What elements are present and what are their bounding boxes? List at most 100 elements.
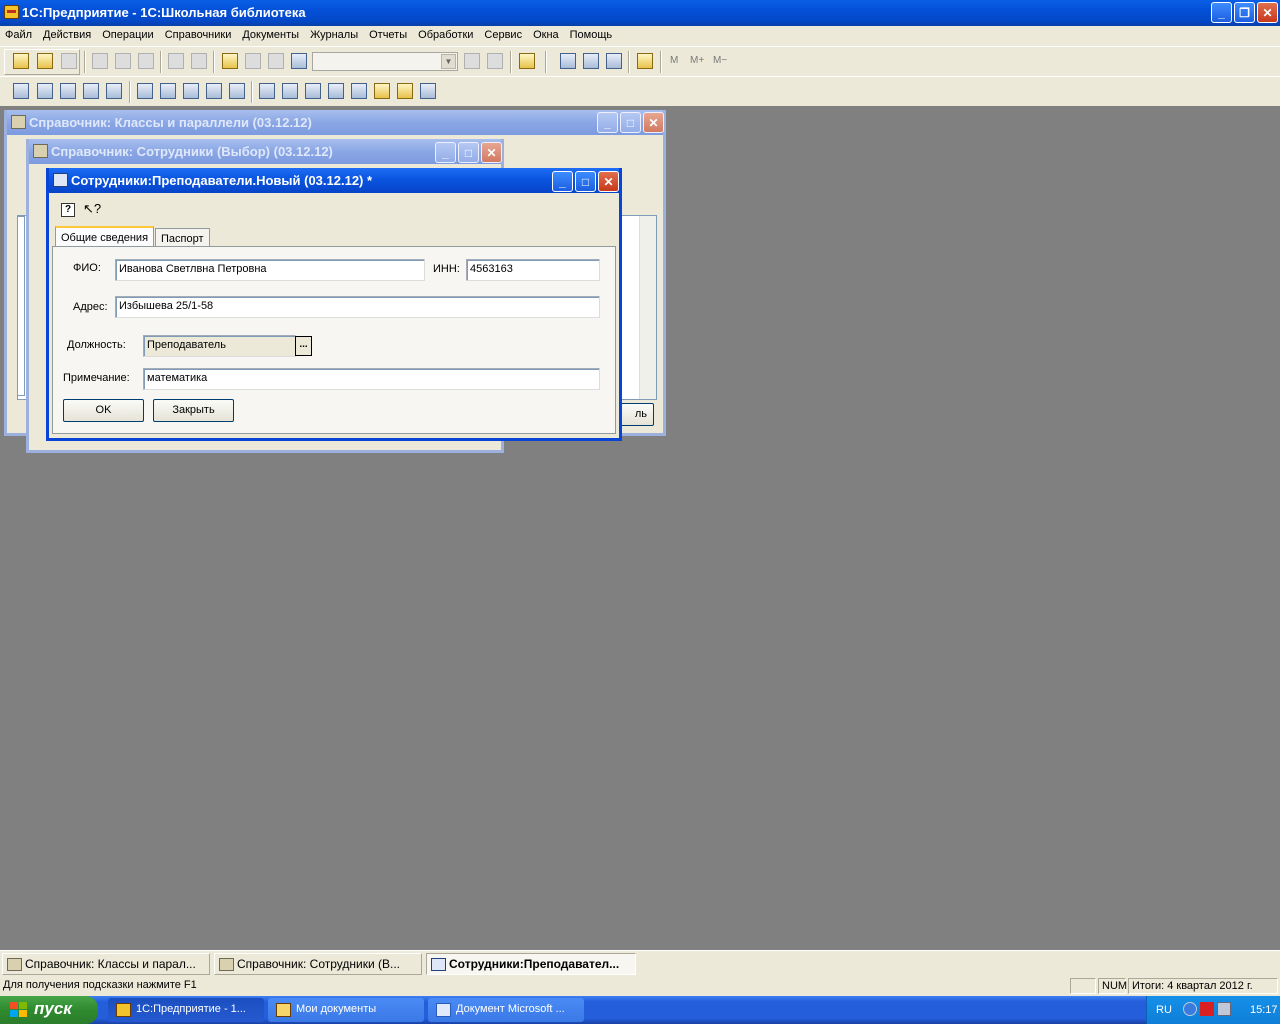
- restore-button[interactable]: ❐: [1234, 2, 1255, 23]
- window-tab-teacher-form[interactable]: Сотрудники:Преподавател...: [426, 953, 636, 975]
- minimize-button[interactable]: _: [1211, 2, 1232, 23]
- print-icon[interactable]: [168, 53, 184, 69]
- dialog-minimize-button[interactable]: _: [552, 171, 573, 192]
- folder-icon: [276, 1003, 291, 1017]
- context-help-icon[interactable]: ↖?: [83, 201, 101, 217]
- table-icon[interactable]: [328, 83, 344, 99]
- menu-windows[interactable]: Окна: [528, 26, 565, 41]
- calendar-icon[interactable]: [583, 53, 599, 69]
- position-select-button[interactable]: ...: [295, 336, 312, 356]
- note-icon[interactable]: [374, 83, 390, 99]
- menu-catalogs[interactable]: Справочники: [160, 26, 238, 41]
- menu-operations[interactable]: Операции: [97, 26, 159, 41]
- menu-documents[interactable]: Документы: [237, 26, 305, 41]
- register-group-icon[interactable]: [160, 83, 176, 99]
- find-prev-icon[interactable]: [487, 53, 503, 69]
- position-field[interactable]: Преподаватель: [143, 335, 296, 357]
- staff-window-titlebar[interactable]: Справочник: Сотрудники (Выбор) (03.12.12…: [29, 139, 502, 164]
- windows-flag-icon: [10, 1002, 28, 1018]
- language-indicator[interactable]: RU: [1156, 1004, 1172, 1016]
- task-label: Мои документы: [296, 1003, 377, 1015]
- memory-plus-button[interactable]: M+: [690, 55, 704, 66]
- sort-icon[interactable]: [229, 83, 245, 99]
- task-word-document[interactable]: Документ Microsoft ...: [428, 998, 584, 1022]
- print-preview-icon[interactable]: [191, 53, 207, 69]
- menu-processing[interactable]: Обработки: [413, 26, 479, 41]
- antivirus-icon[interactable]: [1200, 1002, 1214, 1016]
- dialog-titlebar[interactable]: Сотрудники:Преподаватели.Новый (03.12.12…: [49, 168, 619, 193]
- help-icon[interactable]: ?: [61, 203, 75, 217]
- menu-reports[interactable]: Отчеты: [364, 26, 413, 41]
- find-next-icon[interactable]: [464, 53, 480, 69]
- dialog-maximize-button[interactable]: □: [575, 171, 596, 192]
- undo-icon[interactable]: [245, 53, 261, 69]
- journal-icon[interactable]: [259, 83, 275, 99]
- cut-icon[interactable]: [92, 53, 108, 69]
- calculator-icon[interactable]: [560, 53, 576, 69]
- tab-passport[interactable]: Паспорт: [155, 228, 210, 248]
- address-field[interactable]: Избышева 25/1-58: [115, 296, 600, 318]
- task-my-documents[interactable]: Мои документы: [268, 998, 424, 1022]
- monitor-icon[interactable]: [106, 83, 122, 99]
- menu-actions[interactable]: Действия: [38, 26, 97, 41]
- memory-minus-button[interactable]: M−: [713, 55, 727, 66]
- staff-maximize-button[interactable]: □: [458, 142, 479, 163]
- paste-icon[interactable]: [138, 53, 154, 69]
- find-icon[interactable]: [291, 53, 307, 69]
- notebook-icon[interactable]: [397, 83, 413, 99]
- menu-file[interactable]: Файл: [0, 26, 38, 41]
- document-icon[interactable]: [351, 83, 367, 99]
- chart-icon[interactable]: [420, 83, 436, 99]
- tab-general[interactable]: Общие сведения: [55, 226, 155, 248]
- fio-label: ФИО:: [73, 262, 101, 274]
- catalog-window-icon: [219, 958, 234, 971]
- menu-help[interactable]: Помощь: [565, 26, 619, 41]
- search-combo[interactable]: ▼: [312, 52, 458, 71]
- save-icon[interactable]: [61, 53, 77, 69]
- classes-maximize-button[interactable]: □: [620, 112, 641, 133]
- journal-list-icon[interactable]: [282, 83, 298, 99]
- redo-icon[interactable]: [268, 53, 284, 69]
- properties-icon[interactable]: [222, 53, 238, 69]
- note-field[interactable]: математика: [143, 368, 600, 390]
- chevron-down-icon[interactable]: ▼: [441, 54, 456, 69]
- classes-window-titlebar[interactable]: Справочник: Классы и параллели (03.12.12…: [7, 110, 664, 135]
- classes-scrollbar[interactable]: [639, 216, 656, 399]
- memory-m-button[interactable]: M: [670, 55, 678, 66]
- form-icon[interactable]: [83, 83, 99, 99]
- catalog-group-icon[interactable]: [37, 83, 53, 99]
- sync-icon[interactable]: [206, 83, 222, 99]
- staff-minimize-button[interactable]: _: [435, 142, 456, 163]
- menu-service[interactable]: Сервис: [479, 26, 528, 41]
- register-icon[interactable]: [137, 83, 153, 99]
- open-icon[interactable]: [37, 53, 53, 69]
- tools-icon[interactable]: [606, 53, 622, 69]
- book-icon[interactable]: [637, 53, 653, 69]
- task-1c-enterprise[interactable]: 1С:Предприятие - 1...: [108, 998, 264, 1022]
- classes-close-button[interactable]: ✕: [643, 112, 664, 133]
- new-icon[interactable]: [13, 53, 29, 69]
- window-tab-label: Справочник: Классы и парал...: [25, 957, 196, 971]
- close-button[interactable]: ✕: [1257, 2, 1278, 23]
- dialog-close-button[interactable]: ✕: [598, 171, 619, 192]
- window-tab-staff[interactable]: Справочник: Сотрудники (В...: [214, 953, 422, 975]
- menu-journals[interactable]: Журналы: [305, 26, 364, 41]
- help-icon[interactable]: [519, 53, 535, 69]
- catalog-icon[interactable]: [13, 83, 29, 99]
- start-button[interactable]: пуск: [0, 996, 98, 1024]
- inn-field[interactable]: 4563163: [466, 259, 600, 281]
- chevron-left-icon[interactable]: [1183, 1002, 1197, 1016]
- copy-icon[interactable]: [115, 53, 131, 69]
- clock: 15:17: [1250, 1004, 1278, 1016]
- close-form-button[interactable]: Закрыть: [153, 399, 234, 422]
- staff-list[interactable]: [17, 216, 25, 396]
- ok-button[interactable]: OK: [63, 399, 144, 422]
- fio-field[interactable]: Иванова Светлвна Петровна: [115, 259, 425, 281]
- refresh-icon[interactable]: [183, 83, 199, 99]
- report-icon[interactable]: [305, 83, 321, 99]
- classes-minimize-button[interactable]: _: [597, 112, 618, 133]
- staff-close-button[interactable]: ✕: [481, 142, 502, 163]
- window-tab-classes[interactable]: Справочник: Классы и парал...: [2, 953, 210, 975]
- columns-icon[interactable]: [60, 83, 76, 99]
- network-icon[interactable]: [1217, 1002, 1231, 1016]
